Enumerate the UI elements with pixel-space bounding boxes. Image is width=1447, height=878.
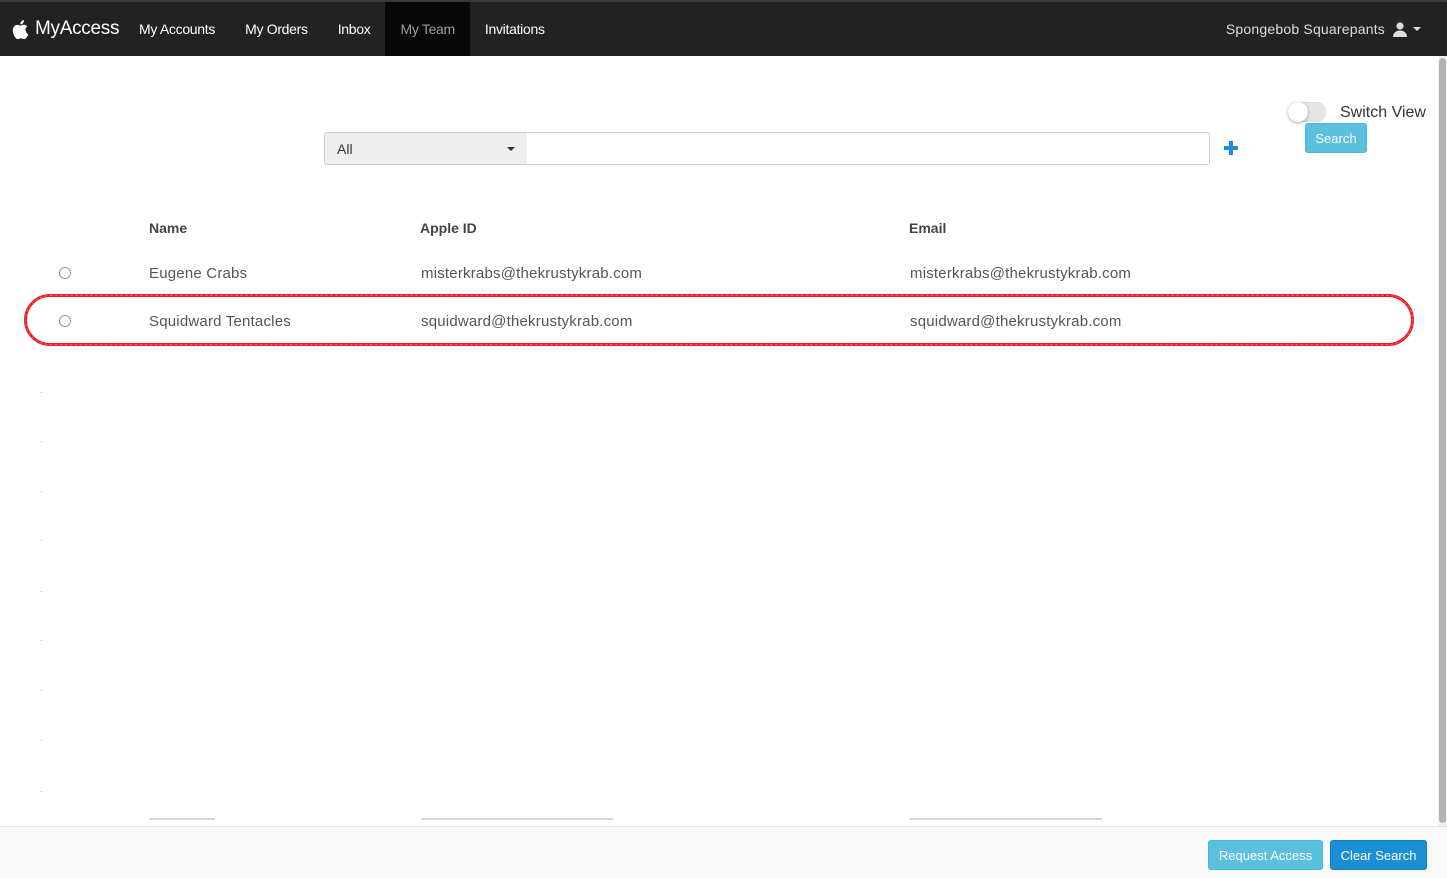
cell-email: squidward@thekrustykrab.com (910, 313, 1122, 330)
row-select-radio[interactable] (59, 315, 71, 327)
apple-logo-icon (12, 19, 28, 39)
top-navbar: MyAccess My Accounts My Orders Inbox My … (0, 0, 1447, 56)
nav-items: My Accounts My Orders Inbox My Team Invi… (124, 2, 560, 56)
row-marker (41, 690, 42, 691)
caret-down-icon (507, 147, 515, 151)
row-select-radio[interactable] (59, 267, 71, 279)
request-access-button[interactable]: Request Access (1208, 840, 1323, 870)
nav-my-team[interactable]: My Team (385, 2, 470, 56)
nav-invitations[interactable]: Invitations (470, 2, 560, 56)
row-marker (41, 441, 42, 442)
filter-selected-value: All (337, 140, 353, 157)
row-marker (41, 392, 42, 393)
footer-bar: Request Access Clear Search (0, 826, 1447, 878)
nav-inbox[interactable]: Inbox (323, 2, 386, 56)
partial-row-text (149, 818, 215, 820)
nav-my-accounts[interactable]: My Accounts (124, 2, 230, 56)
cell-apple-id: squidward@thekrustykrab.com (421, 313, 633, 330)
table-row[interactable]: Squidward Tentacles squidward@thekrustyk… (0, 311, 1430, 341)
filter-select[interactable]: All (324, 132, 528, 165)
user-menu[interactable]: Spongebob Squarepants (1226, 2, 1421, 56)
brand-name: MyAccess (35, 18, 120, 39)
column-header-name: Name (149, 220, 188, 236)
partial-row-text (421, 818, 613, 820)
brand[interactable]: MyAccess (12, 2, 119, 56)
table-row[interactable]: Eugene Crabs misterkrabs@thekrustykrab.c… (0, 263, 1430, 293)
row-marker (41, 740, 42, 741)
row-marker (41, 540, 42, 541)
app-window: MyAccess My Accounts My Orders Inbox My … (0, 0, 1447, 878)
column-header-apple-id: Apple ID (420, 220, 477, 236)
cell-name: Eugene Crabs (149, 265, 248, 282)
row-marker (41, 791, 42, 792)
search-button[interactable]: Search (1305, 123, 1367, 153)
row-marker (41, 591, 42, 592)
chevron-down-icon (1413, 27, 1421, 31)
row-marker (41, 640, 42, 641)
switch-view-toggle[interactable] (1288, 102, 1326, 122)
cell-name: Squidward Tentacles (149, 313, 291, 330)
nav-my-orders[interactable]: My Orders (230, 2, 323, 56)
user-name: Spongebob Squarepants (1225, 21, 1385, 37)
add-icon[interactable] (1224, 141, 1238, 155)
row-marker (41, 491, 42, 492)
clear-search-button[interactable]: Clear Search (1330, 840, 1427, 870)
scrollbar-thumb[interactable] (1439, 58, 1446, 823)
scrollbar[interactable] (1438, 56, 1447, 826)
search-input[interactable] (527, 132, 1210, 165)
toggle-knob (1288, 102, 1308, 122)
user-icon (1393, 21, 1407, 37)
column-header-email: Email (909, 220, 947, 236)
partial-row-text (910, 818, 1102, 820)
cell-apple-id: misterkrabs@thekrustykrab.com (421, 265, 643, 282)
switch-view-label: Switch View (1340, 104, 1426, 121)
cell-email: misterkrabs@thekrustykrab.com (910, 265, 1132, 282)
